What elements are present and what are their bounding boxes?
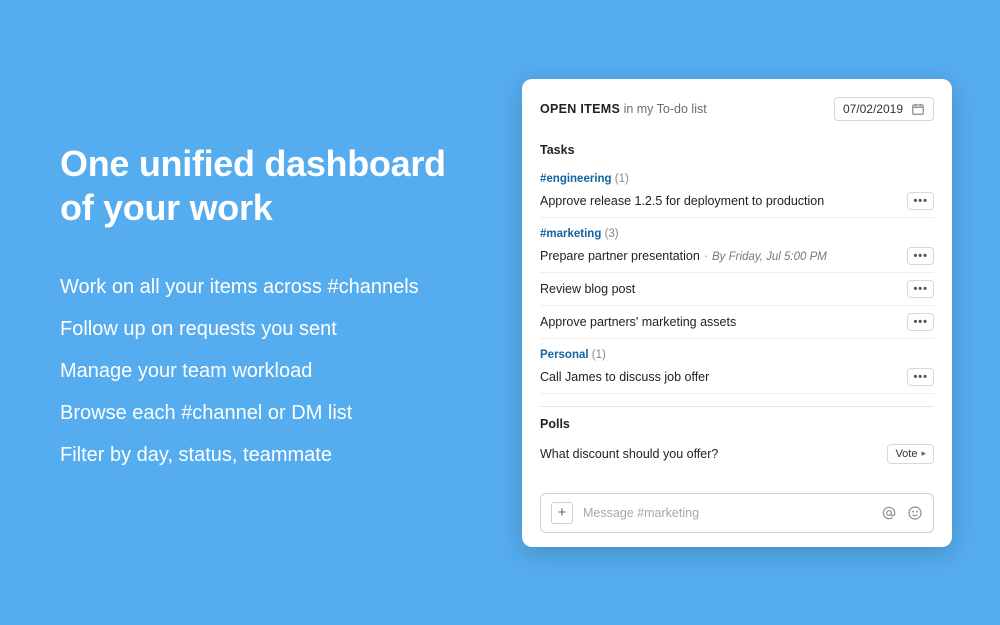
tasks-section-label: Tasks <box>540 143 934 157</box>
poll-text: What discount should you offer? <box>540 447 887 461</box>
poll-row[interactable]: What discount should you offer? Vote ▸ <box>540 437 934 471</box>
emoji-icon[interactable] <box>907 505 923 521</box>
polls-section-label: Polls <box>540 417 934 431</box>
headline: One unified dashboard of your work <box>60 142 502 228</box>
mention-icon[interactable] <box>881 505 897 521</box>
panel-title: OPEN ITEMS in my To-do list <box>540 102 707 116</box>
task-text: Prepare partner presentation·By Friday, … <box>540 249 907 263</box>
task-text: Approve partners' marketing assets <box>540 315 907 329</box>
task-row[interactable]: Approve partners' marketing assets ••• <box>540 306 934 339</box>
marketing-copy: One unified dashboard of your work Work … <box>0 142 522 482</box>
message-composer[interactable]: + <box>540 493 934 533</box>
task-row[interactable]: Call James to discuss job offer ••• <box>540 361 934 394</box>
channel-tag[interactable]: #marketing (3) <box>540 228 934 240</box>
message-input[interactable] <box>583 506 871 520</box>
panel-title-rest: in my To-do list <box>620 102 707 116</box>
task-more-button[interactable]: ••• <box>907 313 934 331</box>
calendar-icon <box>911 102 925 116</box>
task-more-button[interactable]: ••• <box>907 247 934 265</box>
vote-button[interactable]: Vote ▸ <box>887 444 934 464</box>
task-row[interactable]: Prepare partner presentation·By Friday, … <box>540 240 934 273</box>
bullet: Work on all your items across #channels <box>60 273 502 301</box>
task-more-button[interactable]: ••• <box>907 368 934 386</box>
task-text: Review blog post <box>540 282 907 296</box>
task-more-button[interactable]: ••• <box>907 280 934 298</box>
task-row[interactable]: Approve release 1.2.5 for deployment to … <box>540 185 934 218</box>
panel-title-strong: OPEN ITEMS <box>540 102 620 116</box>
headline-line1: One unified dashboard <box>60 143 446 184</box>
bullet: Follow up on requests you sent <box>60 315 502 343</box>
attach-button[interactable]: + <box>551 502 573 524</box>
bullet: Manage your team workload <box>60 357 502 385</box>
headline-line2: of your work <box>60 187 272 228</box>
channel-tag[interactable]: #engineering (1) <box>540 173 934 185</box>
section-divider <box>540 406 934 407</box>
task-row[interactable]: Review blog post ••• <box>540 273 934 306</box>
bullet: Filter by day, status, teammate <box>60 441 502 469</box>
channel-tag[interactable]: Personal (1) <box>540 349 934 361</box>
date-value: 07/02/2019 <box>843 102 903 116</box>
bullet: Browse each #channel or DM list <box>60 399 502 427</box>
task-due: By Friday, Jul 5:00 PM <box>712 251 827 263</box>
task-text: Call James to discuss job offer <box>540 370 907 384</box>
chevron-right-icon: ▸ <box>921 448 926 459</box>
todo-dashboard-panel: OPEN ITEMS in my To-do list 07/02/2019 T… <box>522 79 952 547</box>
task-more-button[interactable]: ••• <box>907 192 934 210</box>
task-text: Approve release 1.2.5 for deployment to … <box>540 194 907 208</box>
date-picker[interactable]: 07/02/2019 <box>834 97 934 121</box>
feature-bullets: Work on all your items across #channels … <box>60 273 502 469</box>
